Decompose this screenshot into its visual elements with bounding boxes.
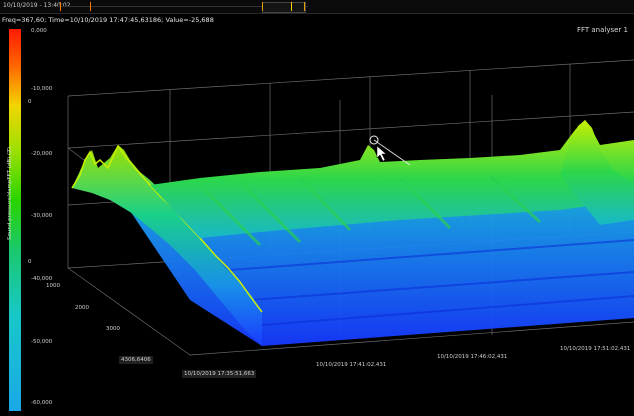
freq-axis-tick: 2000 xyxy=(75,305,89,311)
time-axis-tick: 10/10/2019 17:46:02,431 xyxy=(437,354,508,360)
freq-axis-tick: 1000 xyxy=(46,283,60,289)
time-axis-tick: 10/10/2019 17:41:02,431 xyxy=(316,362,387,368)
time-axis-tick: 10/10/2019 17:51:02,431 xyxy=(560,346,631,352)
freq-axis-tick: 3000 xyxy=(106,326,120,332)
time-axis-start: 10/10/2019 17:35:51,663 xyxy=(182,370,257,378)
freq-axis-value: 4306,6406 xyxy=(119,356,153,364)
spectrogram-3d-plot[interactable] xyxy=(0,0,634,416)
